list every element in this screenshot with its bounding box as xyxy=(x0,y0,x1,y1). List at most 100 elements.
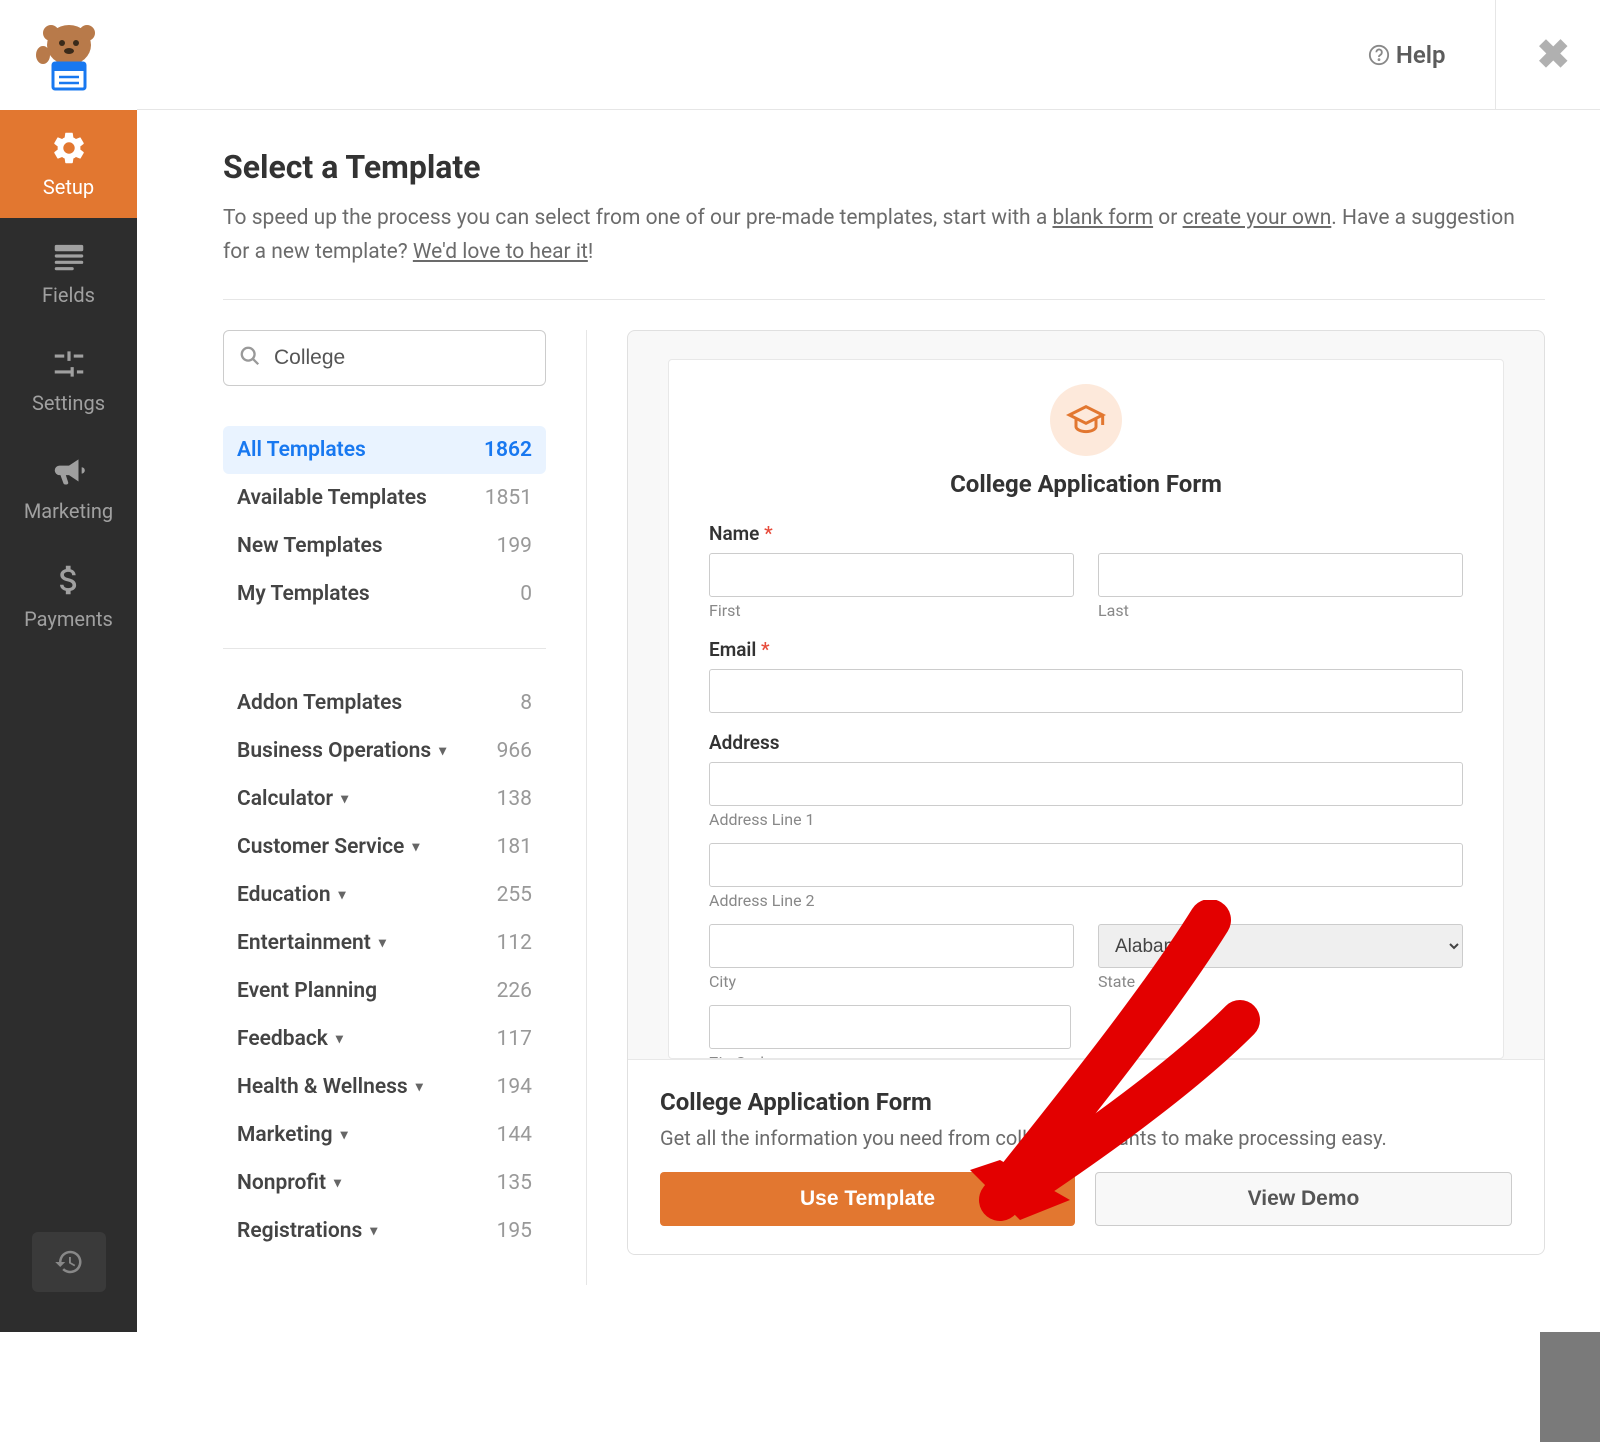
page-title: Select a Template xyxy=(223,148,1545,186)
chevron-down-icon: ▾ xyxy=(334,1175,341,1191)
search-box xyxy=(223,330,546,386)
page-subtitle: To speed up the process you can select f… xyxy=(223,202,1545,300)
filter-label: Available Templates xyxy=(237,486,427,510)
filter-label: Feedback▾ xyxy=(237,1027,343,1051)
category-filter-list: Addon Templates 8 Business Operations▾ 966 C… xyxy=(223,679,546,1255)
close-icon: ✖ xyxy=(1536,31,1570,78)
nav-payments[interactable]: Payments xyxy=(0,542,137,650)
history-button[interactable] xyxy=(32,1232,106,1292)
hear-link[interactable]: We'd love to hear it xyxy=(413,240,588,264)
filter-label: Event Planning xyxy=(237,979,377,1003)
filter-label: Health & Wellness▾ xyxy=(237,1075,423,1099)
filter-label: Customer Service▾ xyxy=(237,835,419,859)
blank-form-link[interactable]: blank form xyxy=(1052,206,1153,230)
card-footer: College Application Form Get all the inf… xyxy=(628,1059,1544,1254)
filter-category-item[interactable]: Feedback▾117 xyxy=(223,1015,546,1063)
history-icon xyxy=(54,1247,84,1277)
addr2-sublabel: Address Line 2 xyxy=(709,891,1463,910)
filter-category-item[interactable]: Registrations▾ 195 xyxy=(223,1207,546,1255)
filter-count: 226 xyxy=(497,979,532,1003)
search-input[interactable] xyxy=(223,330,546,386)
nav-settings[interactable]: Settings xyxy=(0,326,137,434)
nav-setup[interactable]: Setup xyxy=(0,110,137,218)
filter-category-item[interactable]: Marketing▾ 144 xyxy=(223,1111,546,1159)
last-sublabel: Last xyxy=(1098,601,1463,620)
filter-count: 112 xyxy=(497,931,532,955)
template-preview-card: College Application Form Name * First La… xyxy=(627,330,1545,1255)
create-own-link[interactable]: create your own xyxy=(1183,206,1332,230)
footer-title: College Application Form xyxy=(660,1088,1512,1116)
last-name-input[interactable] xyxy=(1098,553,1463,597)
filter-count: 255 xyxy=(497,883,532,907)
help-link[interactable]: Help xyxy=(1368,41,1446,69)
filter-label: Marketing▾ xyxy=(237,1123,348,1147)
filter-count: 8 xyxy=(520,691,532,715)
filter-category-item[interactable]: Entertainment▾112 xyxy=(223,919,546,967)
filter-count: 181 xyxy=(497,835,532,859)
filter-new-templates[interactable]: New Templates 199 xyxy=(223,522,546,570)
address-line1-input[interactable] xyxy=(709,762,1463,806)
name-label: Name * xyxy=(709,522,1463,545)
nav-fields[interactable]: Fields xyxy=(0,218,137,326)
filter-category-item[interactable]: Customer Service▾ 181 xyxy=(223,823,546,871)
filter-count: 138 xyxy=(497,787,532,811)
chevron-down-icon: ▾ xyxy=(379,935,386,951)
chevron-down-icon: ▾ xyxy=(341,1127,348,1143)
preview-column: College Application Form Name * First La… xyxy=(587,330,1545,1285)
top-bar: Help ✖ xyxy=(137,0,1600,110)
nav-label: Payments xyxy=(24,607,113,631)
form-preview-title: College Application Form xyxy=(709,470,1463,498)
view-demo-button[interactable]: View Demo xyxy=(1095,1172,1512,1226)
filter-count: 199 xyxy=(497,534,532,558)
filter-label: My Templates xyxy=(237,582,370,606)
zip-input[interactable] xyxy=(709,1005,1071,1049)
filter-count: 195 xyxy=(497,1219,532,1243)
filter-my-templates[interactable]: My Templates 0 xyxy=(223,570,546,618)
logo-slot xyxy=(0,0,137,110)
filter-label: Addon Templates xyxy=(237,691,402,715)
filter-category-item[interactable]: Calculator▾138 xyxy=(223,775,546,823)
form-group-name: Name * First Last xyxy=(709,522,1463,620)
filter-label: Nonprofit▾ xyxy=(237,1171,341,1195)
city-sublabel: City xyxy=(709,972,1074,991)
form-preview: College Application Form Name * First La… xyxy=(668,359,1504,1059)
first-name-input[interactable] xyxy=(709,553,1074,597)
state-select[interactable]: Alabama xyxy=(1098,924,1463,968)
state-sublabel: State xyxy=(1098,972,1463,991)
nav-label: Marketing xyxy=(24,499,113,523)
filter-label: New Templates xyxy=(237,534,383,558)
use-template-button[interactable]: Use Template xyxy=(660,1172,1075,1226)
filter-label: Business Operations▾ xyxy=(237,739,446,763)
required-indicator: * xyxy=(761,638,770,661)
nav-marketing[interactable]: Marketing xyxy=(0,434,137,542)
form-group-address: Address Address Line 1 Address Line 2 Ci… xyxy=(709,731,1463,1059)
email-input[interactable] xyxy=(709,669,1463,713)
first-sublabel: First xyxy=(709,601,1074,620)
filter-count: 966 xyxy=(497,739,532,763)
filter-category-item[interactable]: Health & Wellness▾194 xyxy=(223,1063,546,1111)
help-circle-icon xyxy=(1368,44,1390,66)
content-columns: All Templates 1862 Available Templates 1… xyxy=(223,330,1545,1285)
address-line2-input[interactable] xyxy=(709,843,1463,887)
left-sidebar: Setup Fields Settings Marketing Payments xyxy=(0,0,137,1332)
city-input[interactable] xyxy=(709,924,1074,968)
filter-all-templates[interactable]: All Templates 1862 xyxy=(223,426,546,474)
filter-category-item[interactable]: Education▾255 xyxy=(223,871,546,919)
bullhorn-icon xyxy=(50,453,88,491)
filter-count: 0 xyxy=(520,582,532,606)
filter-count: 135 xyxy=(497,1171,532,1195)
filter-category-item[interactable]: Addon Templates 8 xyxy=(223,679,546,727)
filter-category-item[interactable]: Business Operations▾ 966 xyxy=(223,727,546,775)
filter-available-templates[interactable]: Available Templates 1851 xyxy=(223,474,546,522)
address-label: Address xyxy=(709,731,1463,754)
filter-count: 144 xyxy=(497,1123,532,1147)
filter-count: 1862 xyxy=(484,438,532,462)
filter-category-item[interactable]: Event Planning 226 xyxy=(223,967,546,1015)
filter-label: Registrations▾ xyxy=(237,1219,377,1243)
primary-filter-list: All Templates 1862 Available Templates 1… xyxy=(223,426,546,618)
close-button[interactable]: ✖ xyxy=(1495,0,1570,109)
dollar-icon xyxy=(50,561,88,599)
form-group-email: Email * xyxy=(709,638,1463,713)
chevron-down-icon: ▾ xyxy=(416,1079,423,1095)
filter-category-item[interactable]: Nonprofit▾ 135 xyxy=(223,1159,546,1207)
